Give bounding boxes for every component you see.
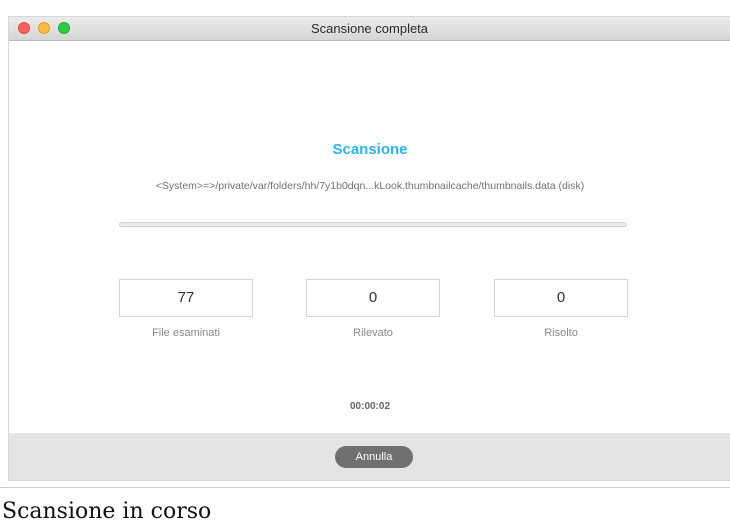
elapsed-timer: 00:00:02: [349, 401, 391, 412]
stat-detected: 0 Rilevato: [306, 279, 440, 339]
scan-window: Scansione completa Scansione <System>=>/…: [8, 16, 730, 481]
resolved-value: 0: [494, 279, 628, 317]
detected-value: 0: [306, 279, 440, 317]
caption-divider: [0, 487, 730, 488]
detected-label: Rilevato: [353, 327, 393, 339]
scan-progress-bar: [119, 222, 627, 227]
footer-bar: Annulla: [9, 433, 730, 480]
cancel-button[interactable]: Annulla: [335, 446, 413, 468]
status-caption: Scansione in corso: [2, 499, 212, 524]
resolved-label: Risolto: [544, 327, 578, 339]
current-scan-path: <System>=>/private/var/folders/hh/7y1b0d…: [155, 180, 585, 192]
title-bar[interactable]: Scansione completa: [9, 17, 730, 41]
files-examined-label: File esaminati: [152, 327, 220, 339]
scan-heading: Scansione: [332, 141, 408, 158]
stat-files-examined: 77 File esaminati: [119, 279, 253, 339]
stat-resolved: 0 Risolto: [494, 279, 628, 339]
files-examined-value: 77: [119, 279, 253, 317]
page: Scansione completa Scansione <System>=>/…: [0, 0, 730, 532]
window-title: Scansione completa: [310, 21, 429, 36]
